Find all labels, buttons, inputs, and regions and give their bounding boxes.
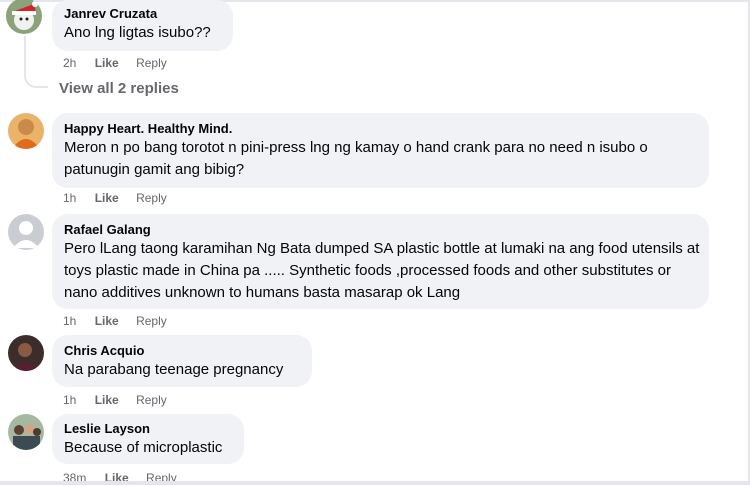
- thread-connector: [24, 36, 26, 70]
- santa-hat-avatar-icon[interactable]: [6, 0, 42, 34]
- like-button[interactable]: Like: [95, 393, 119, 407]
- bottom-border: [0, 481, 750, 485]
- commenter-name[interactable]: Janrev Cruzata: [64, 5, 221, 22]
- view-replies-link[interactable]: View all 2 replies: [59, 80, 179, 97]
- comment-timestamp[interactable]: 1h: [63, 191, 76, 205]
- comment-bubble: Janrev Cruzata Ano lng ligtas isubo??: [52, 0, 233, 51]
- profile-photo-avatar-icon[interactable]: [8, 335, 44, 371]
- comment-text: Ano lng ligtas isubo??: [64, 24, 211, 41]
- comment-timestamp[interactable]: 2h: [63, 56, 76, 70]
- default-person-avatar-icon[interactable]: [8, 214, 44, 250]
- comment-text: Because of microplastic: [64, 439, 223, 456]
- commenter-name[interactable]: Rafael Galang: [64, 221, 697, 238]
- comment-bubble: Rafael Galang Pero lLang taong karamihan…: [52, 214, 709, 309]
- monk-avatar-icon[interactable]: [8, 113, 44, 149]
- commenter-name[interactable]: Happy Heart. Healthy Mind.: [64, 120, 697, 137]
- comment-actions: 1h Like Reply: [63, 313, 181, 329]
- comment-text: Meron n po bang torotot n pini-press lng…: [64, 139, 648, 178]
- commenter-name[interactable]: Chris Acquio: [64, 342, 300, 359]
- reply-button[interactable]: Reply: [136, 393, 167, 407]
- comment-text: Pero lLang taong karamihan Ng Bata dumpe…: [64, 240, 700, 301]
- comment-bubble: Happy Heart. Healthy Mind. Meron n po ba…: [52, 113, 709, 188]
- comment-actions: 2h Like Reply: [63, 55, 181, 71]
- reply-button[interactable]: Reply: [136, 314, 167, 328]
- like-button[interactable]: Like: [95, 56, 119, 70]
- commenter-name[interactable]: Leslie Layson: [64, 420, 232, 437]
- like-button[interactable]: Like: [95, 191, 119, 205]
- comment-actions: 1h Like Reply: [63, 190, 181, 206]
- comment-timestamp[interactable]: 1h: [63, 314, 76, 328]
- reply-button[interactable]: Reply: [136, 56, 167, 70]
- reply-button[interactable]: Reply: [136, 191, 167, 205]
- comment-actions: 1h Like Reply: [63, 392, 181, 408]
- like-button[interactable]: Like: [95, 314, 119, 328]
- comment-bubble: Leslie Layson Because of microplastic: [52, 414, 244, 464]
- group-photo-avatar-icon[interactable]: [8, 414, 44, 450]
- comment-text: Na parabang teenage pregnancy: [64, 361, 284, 378]
- comment-timestamp[interactable]: 1h: [63, 393, 76, 407]
- comment-bubble: Chris Acquio Na parabang teenage pregnan…: [52, 335, 312, 387]
- thread-curve: [24, 70, 48, 88]
